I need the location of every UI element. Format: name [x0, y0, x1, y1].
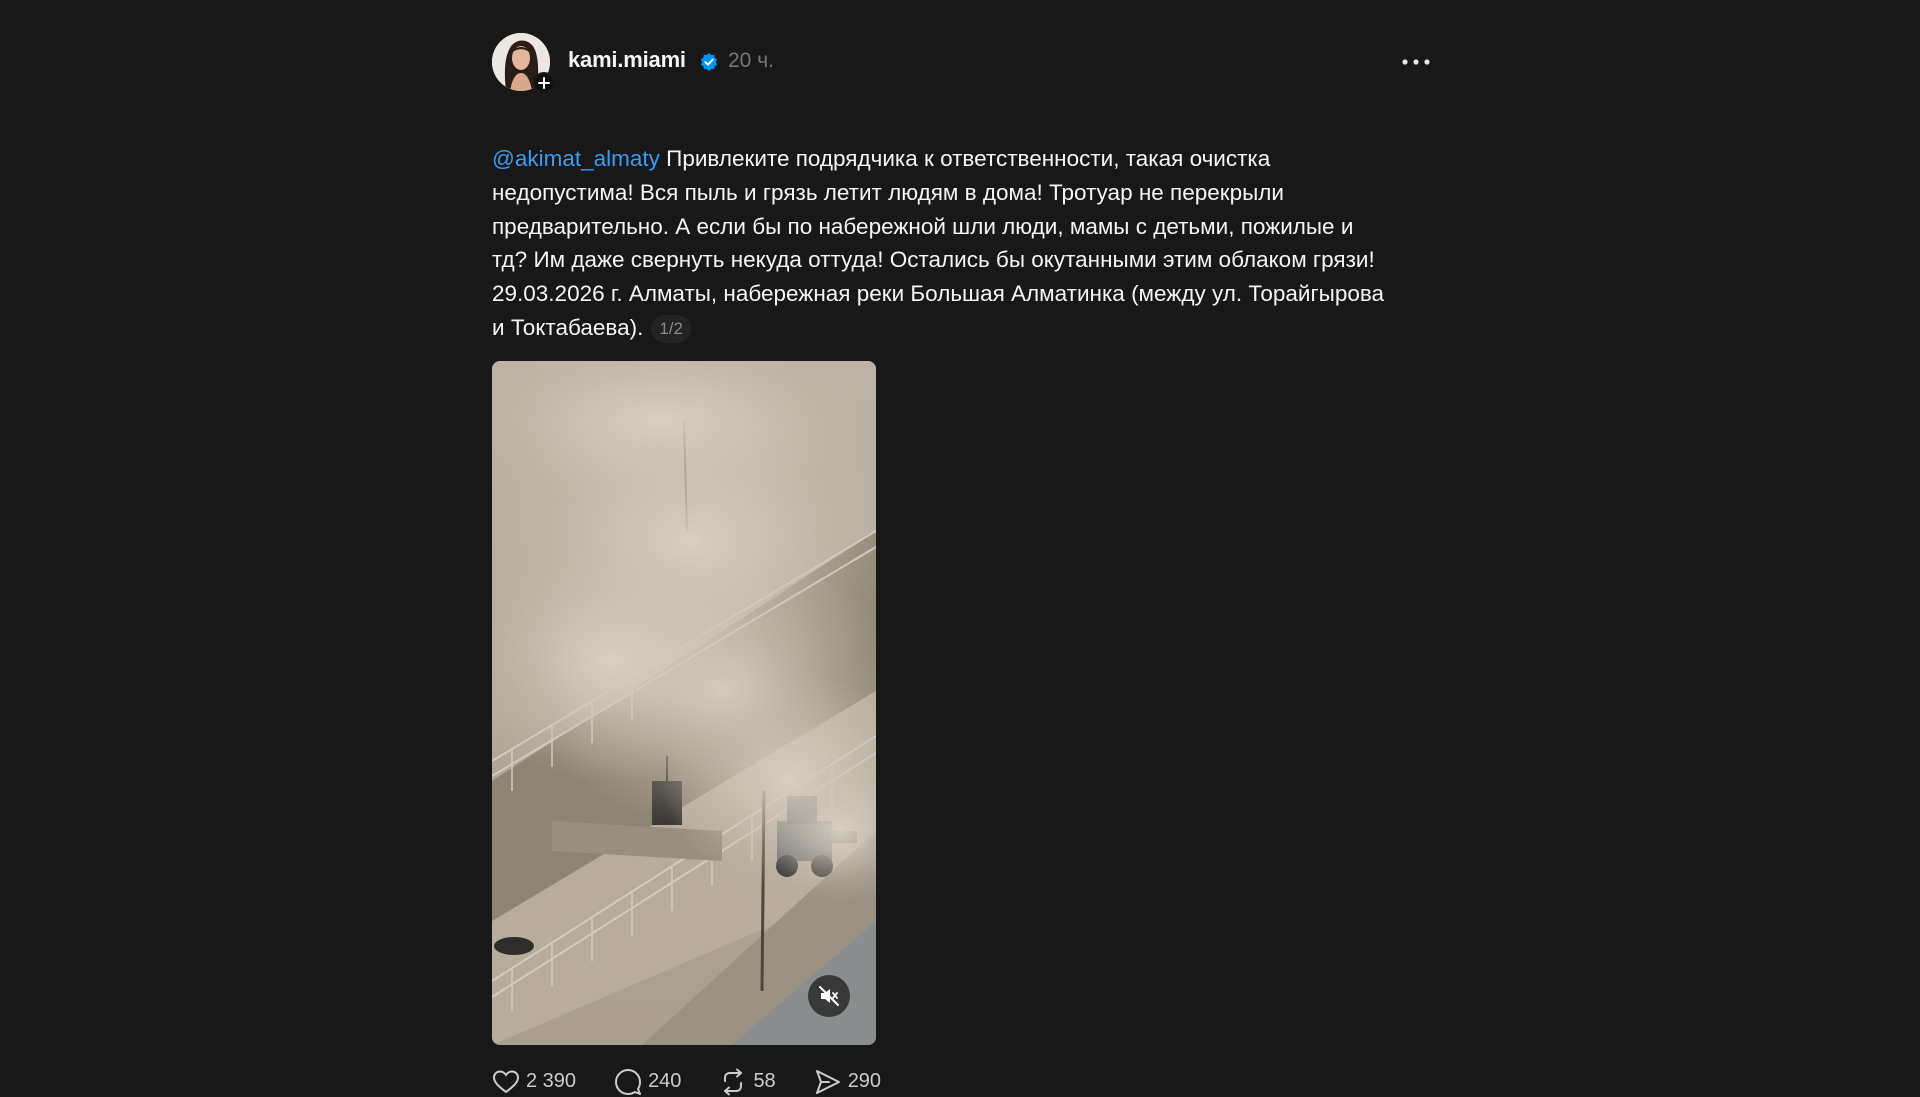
post-header: kami.miami 20 ч. — [492, 30, 1432, 96]
repost-icon — [724, 1068, 743, 1096]
post-text: @akimat_almaty Привлеките подрядчика к о… — [492, 142, 1437, 345]
reply-button[interactable]: 240 — [614, 1068, 681, 1096]
plus-icon[interactable] — [533, 72, 555, 94]
like-button[interactable]: 2 390 — [492, 1069, 576, 1095]
like-count: 2 390 — [526, 1070, 577, 1093]
share-count: 290 — [847, 1070, 882, 1093]
heart-icon — [492, 1070, 520, 1094]
thread-post: kami.miami 20 ч. @akimat_almaty Привлеки… — [492, 30, 1432, 1097]
more-options-icon[interactable] — [1400, 48, 1432, 76]
post-video[interactable] — [492, 360, 876, 1045]
post-actions: 2 390 240 58 290 — [492, 1067, 1432, 1097]
share-icon — [815, 1069, 840, 1094]
post-timestamp[interactable]: 20 ч. — [728, 49, 774, 73]
avatar[interactable] — [492, 33, 555, 94]
page-indicator: 1/2 — [651, 314, 691, 343]
comment-icon — [615, 1068, 642, 1095]
repost-button[interactable]: 58 — [719, 1068, 776, 1096]
repost-count: 58 — [753, 1070, 776, 1093]
verified-badge-icon — [699, 52, 719, 72]
share-button[interactable]: 290 — [814, 1068, 881, 1096]
muted-speaker-icon[interactable] — [808, 974, 850, 1017]
username-link[interactable]: kami.miami — [568, 47, 686, 73]
post-body: Привлеките подрядчика к ответственности,… — [492, 146, 1385, 340]
video-frame — [492, 360, 876, 1045]
reply-count: 240 — [648, 1070, 682, 1093]
mention-link[interactable]: @akimat_almaty — [492, 146, 660, 171]
